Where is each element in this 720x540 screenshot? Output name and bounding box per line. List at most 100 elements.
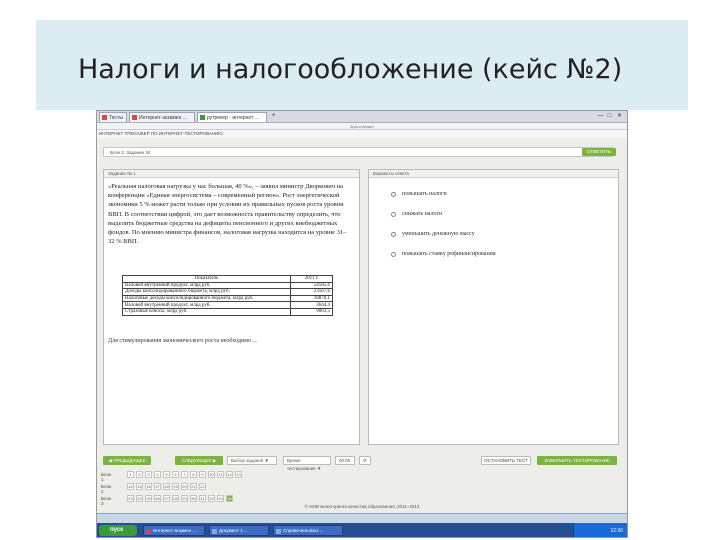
table-header-row: Показатель 2011 г. — [122, 275, 333, 283]
question-number[interactable]: 4 — [154, 471, 161, 478]
question-number[interactable]: 19 — [172, 483, 179, 490]
browser-status-bar — [97, 513, 627, 523]
stop-test-button[interactable]: ОСТАНОВИТЬ ТЕСТ — [481, 456, 531, 465]
question-number[interactable]: 5 — [163, 471, 170, 478]
radio-button[interactable] — [391, 212, 396, 217]
question-number[interactable]: 6 — [172, 471, 179, 478]
exam-content: Блок 3. Задание 34 ОТВЕТИТЬ Задание № 1 … — [97, 138, 627, 513]
system-tray-clock: 12:30 — [573, 523, 627, 537]
table-header: Показатель — [122, 275, 291, 283]
question-number[interactable]: 14 — [127, 483, 134, 490]
table-row: Валовой внутренний продукт, млрд руб. 54… — [122, 281, 333, 290]
question-number[interactable]: 7 — [181, 471, 188, 478]
table-cell: 54585,6 — [290, 281, 333, 290]
table-cell: 3644,4 — [290, 301, 333, 309]
tab-label: Интернет-экзамен ... — [139, 115, 187, 121]
browser-tab-1[interactable]: Тесты — [99, 112, 127, 122]
question-number[interactable]: 30 — [190, 495, 197, 502]
question-number[interactable]: 31 — [199, 495, 206, 502]
next-button[interactable]: СЛЕДУЮЩЕЕ ▶ — [175, 456, 223, 465]
question-panel: Задание № 1 «Реальная налоговая нагрузка… — [103, 169, 360, 445]
question-number[interactable]: 22 — [199, 483, 206, 490]
question-number[interactable]: 25 — [145, 495, 152, 502]
table-row: Доходы консолидированного бюджета, млрд … — [122, 288, 333, 296]
finish-test-button[interactable]: ЗАВЕРШИТЬ ТЕСТИРОВАНИЕ — [537, 456, 617, 465]
question-number[interactable]: 28 — [172, 495, 179, 502]
question-number[interactable]: 3 — [145, 471, 152, 478]
question-number[interactable]: 29 — [181, 495, 188, 502]
previous-button[interactable]: ◀ ПРЕДЫДУЩЕЕ — [103, 456, 151, 465]
taskbar-item-label: Справочник.docx ... — [283, 528, 324, 533]
taskbar-item-1[interactable]: Интернет-экзамен ... — [143, 525, 205, 536]
table-cell: Страховые взносы, млрд руб. — [122, 307, 291, 316]
refresh-icon[interactable]: ⟳ — [359, 456, 371, 465]
answer-option-label: снижать налоги — [402, 211, 443, 217]
browser-tab-bar: Тесты Интернет-экзамен ... рутрекер - ин… — [97, 111, 627, 123]
start-button[interactable]: пуск — [99, 525, 137, 536]
question-number[interactable]: 9 — [199, 471, 206, 478]
answer-option-label: повышать налоги — [402, 191, 447, 197]
table-cell: Налоговые доходы консолидированного бюдж… — [122, 294, 291, 303]
table-cell: Валовой внутренний продукт, млрд руб. — [122, 301, 291, 309]
time-select[interactable]: Время тестирования ▼ — [283, 456, 331, 471]
radio-button[interactable] — [391, 232, 396, 237]
timer-display: 00:00 — [335, 456, 355, 465]
question-number[interactable]: 27 — [163, 495, 170, 502]
page-icon — [132, 115, 137, 120]
tab-label: рутрекер - интернет ... — [207, 115, 259, 121]
radio-button[interactable] — [391, 252, 396, 257]
question-number[interactable]: 23 — [127, 495, 134, 502]
answer-button[interactable]: ОТВЕТИТЬ — [582, 148, 616, 156]
table-cell: 18870,1 — [290, 294, 333, 303]
question-number[interactable]: 17 — [154, 483, 161, 490]
question-panel-header: Задание № 1 — [104, 170, 359, 178]
page-icon — [200, 115, 205, 120]
table-cell: Доходы консолидированного бюджета, млрд … — [122, 288, 291, 296]
question-text: «Реальная налоговая нагрузка у нас больш… — [108, 183, 347, 246]
question-number[interactable]: 18 — [163, 483, 170, 490]
slide-title: Налоги и налогообложение (кейс №2) — [78, 54, 623, 85]
question-number[interactable]: 2 — [136, 471, 143, 478]
table-header: 2011 г. — [290, 275, 333, 283]
question-number[interactable]: 16 — [145, 483, 152, 490]
question-number[interactable]: 20 — [181, 483, 188, 490]
browser-tab-3[interactable]: рутрекер - интернет ... — [197, 112, 267, 122]
question-number[interactable]: 32 — [208, 495, 215, 502]
browser-icon — [146, 529, 151, 534]
taskbar-item-3[interactable]: Справочник.docx ... — [273, 525, 343, 536]
table-cell: 9063,5 — [290, 307, 333, 316]
page-icon — [102, 115, 107, 120]
question-number[interactable]: 8 — [190, 471, 197, 478]
question-number[interactable]: 26 — [154, 495, 161, 502]
question-number[interactable]: 15 — [136, 483, 143, 490]
new-tab-button[interactable]: + — [270, 113, 277, 120]
question-number[interactable]: 24 — [136, 495, 143, 502]
question-number[interactable]: 12 — [226, 471, 233, 478]
answers-panel-header: Варианты ответа — [369, 170, 618, 178]
task-select[interactable]: Выбор задания ▼ — [227, 456, 277, 465]
page-heading: ИНТЕРНЕТ ТРЕНАЖЕР ПО ИНТЕРНЕТ-ТЕСТИРОВАН… — [97, 130, 627, 138]
question-number[interactable]: 11 — [217, 471, 224, 478]
address-bar[interactable]: fepo.ru/exam — [97, 123, 627, 130]
close-button[interactable]: ✕ — [616, 113, 623, 120]
question-number[interactable]: 10 — [208, 471, 215, 478]
radio-button[interactable] — [391, 192, 396, 197]
taskbar-item-label: Документ 1 ... — [219, 528, 248, 533]
word-icon — [212, 529, 217, 534]
minimize-button[interactable]: — — [597, 113, 604, 120]
browser-tab-2[interactable]: Интернет-экзамен ... — [129, 112, 195, 122]
windows-taskbar: пуск Интернет-экзамен ... Документ 1 ...… — [97, 523, 627, 537]
question-prompt: Для стимулирования экономического роста … — [108, 338, 257, 344]
question-number[interactable]: 33 — [217, 495, 224, 502]
block-label: Блок 1 — [101, 472, 112, 482]
question-bar-label: Блок 3. Задание 34 — [110, 150, 151, 155]
answer-option-label: уменьшить денежную массу — [402, 231, 475, 237]
maximize-button[interactable]: □ — [606, 113, 613, 120]
taskbar-item-2[interactable]: Документ 1 ... — [209, 525, 269, 536]
question-number[interactable]: 13 — [235, 471, 242, 478]
data-table: Показатель 2011 г. Валовой внутренний пр… — [122, 275, 333, 316]
footer-copyright: © НИИ мониторинга качества образования, … — [304, 504, 420, 509]
question-number-current[interactable]: 34 — [226, 495, 233, 502]
question-number[interactable]: 1 — [127, 471, 134, 478]
question-number[interactable]: 21 — [190, 483, 197, 490]
